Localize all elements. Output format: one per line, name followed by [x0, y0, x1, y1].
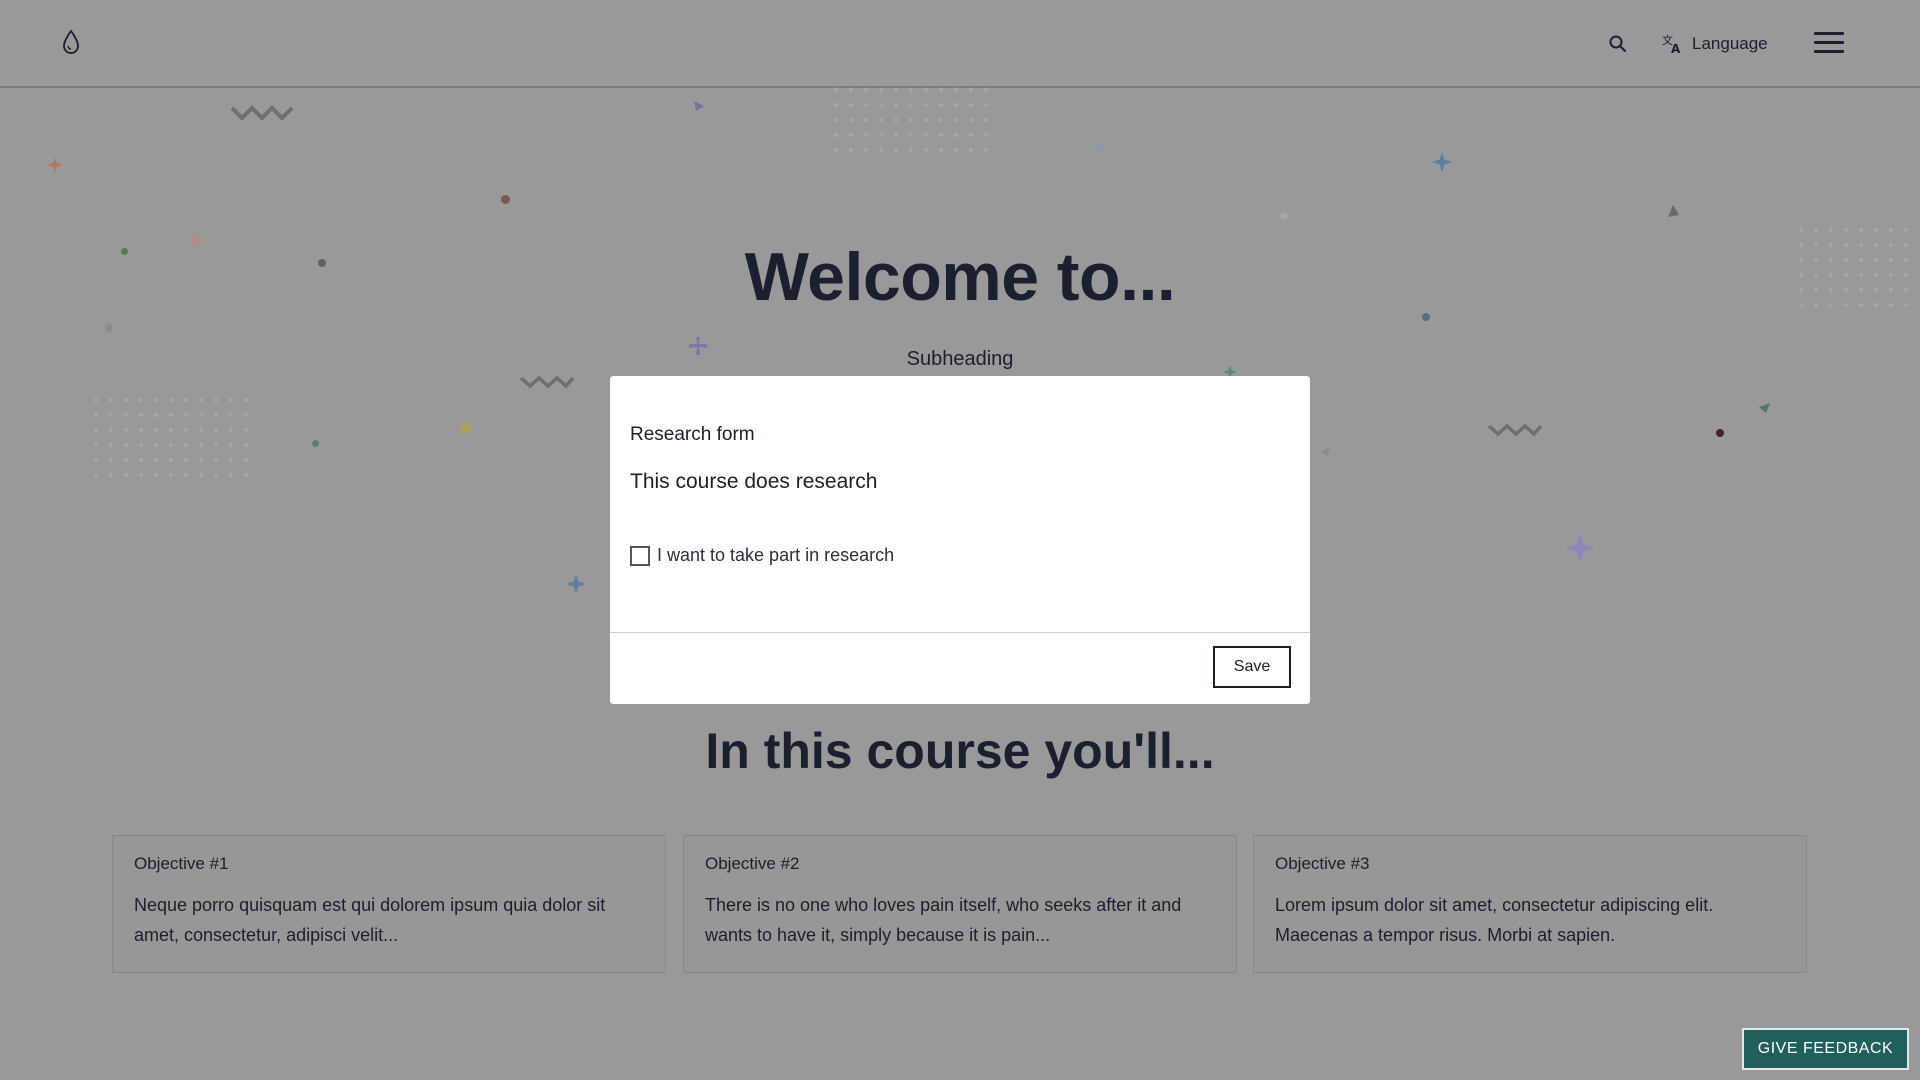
research-consent-option[interactable]: I want to take part in research	[630, 545, 894, 566]
objectives-heading: In this course you'll...	[705, 723, 1215, 779]
droplet-icon[interactable]	[60, 28, 82, 56]
objective-title: Objective #1	[134, 854, 229, 873]
search-icon[interactable]	[1606, 32, 1630, 56]
objective-card: Objective #1 Neque porro quisquam est qu…	[112, 835, 666, 973]
objective-card: Objective #2 There is no one who loves p…	[683, 835, 1237, 973]
research-consent-label[interactable]: I want to take part in research	[657, 545, 894, 566]
objective-text: Lorem ipsum dolor sit amet, consectetur …	[1275, 895, 1714, 945]
save-button[interactable]: Save	[1213, 646, 1291, 688]
site-header: 文 A Language	[0, 0, 1920, 88]
zigzag-decoration	[519, 375, 575, 389]
dialog-description: This course does research	[630, 470, 878, 493]
star-decoration	[1565, 533, 1595, 563]
svg-text:A: A	[1671, 42, 1681, 55]
dot-grid-decoration	[92, 396, 252, 486]
triangle-decoration	[1096, 141, 1106, 151]
research-consent-checkbox[interactable]	[630, 545, 650, 566]
dot-decoration	[1716, 429, 1724, 437]
triangle-decoration	[1668, 205, 1679, 217]
language-button[interactable]: 文 A Language	[1662, 28, 1768, 60]
hero-title: Welcome to...	[744, 239, 1176, 315]
dialog-title: Research form	[630, 424, 755, 445]
star-decoration	[1432, 152, 1452, 172]
triangle-decoration	[461, 422, 473, 434]
triangle-decoration	[1759, 403, 1770, 413]
triangle-decoration	[1320, 446, 1330, 456]
translate-icon: 文 A	[1662, 33, 1681, 55]
objective-text: Neque porro quisquam est qui dolorem ips…	[134, 895, 606, 945]
objective-title: Objective #2	[705, 854, 800, 873]
give-feedback-button[interactable]: GIVE FEEDBACK	[1742, 1028, 1909, 1070]
dot-decoration	[312, 440, 319, 447]
objective-card: Objective #3 Lorem ipsum dolor sit amet,…	[1253, 835, 1807, 973]
zigzag-decoration	[1487, 423, 1543, 437]
star-decoration	[47, 157, 63, 173]
dot-decoration	[501, 195, 510, 204]
dialog-divider	[610, 632, 1310, 633]
language-label: Language	[1692, 34, 1768, 53]
dot-decoration	[105, 324, 113, 332]
hero-subheading: Subheading	[906, 348, 1014, 370]
zigzag-decoration	[230, 105, 294, 121]
star-decoration	[566, 574, 586, 594]
dot-grid-decoration	[832, 86, 992, 164]
hamburger-menu-icon[interactable]	[1814, 32, 1846, 56]
objective-text: There is no one who loves pain itself, w…	[705, 895, 1182, 945]
research-form-dialog: Research form This course does research …	[610, 376, 1310, 704]
dot-decoration	[1280, 212, 1288, 220]
objective-title: Objective #3	[1275, 854, 1370, 873]
triangle-decoration	[694, 101, 704, 111]
